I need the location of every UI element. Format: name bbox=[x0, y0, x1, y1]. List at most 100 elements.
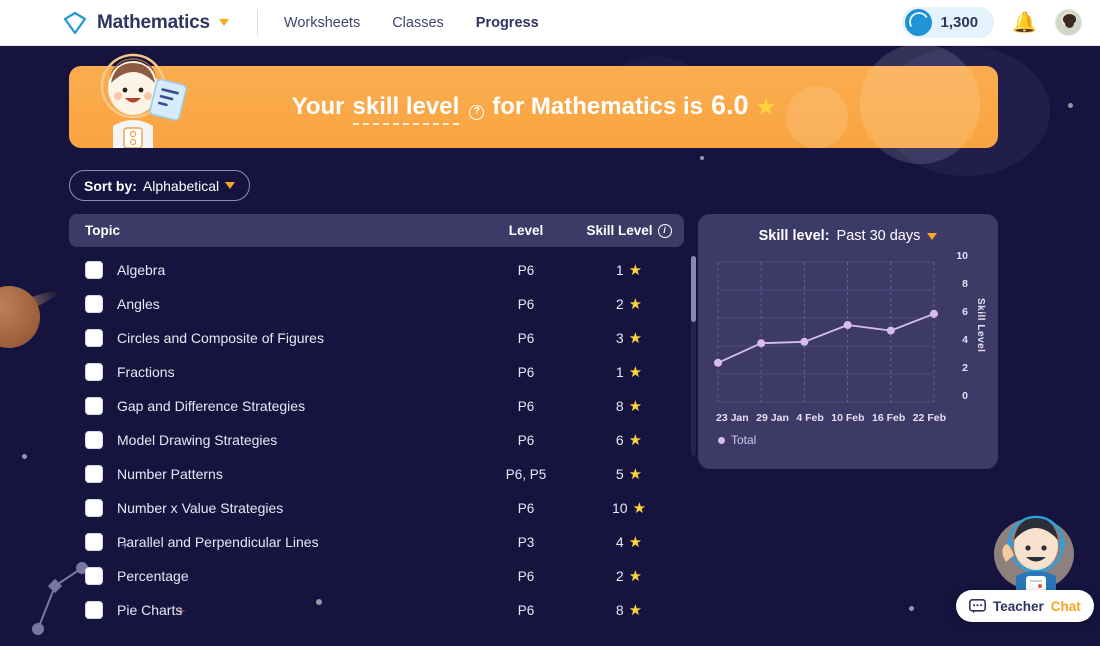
topbar-right-group: 1,300 🔔 bbox=[901, 7, 1082, 38]
row-skill-value: 3 bbox=[615, 330, 624, 346]
chart-y-tick-label: 10 bbox=[956, 250, 968, 262]
star-icon: ★ bbox=[628, 602, 643, 619]
star-icon: ★ bbox=[628, 398, 643, 415]
row-topic: Algebra bbox=[117, 262, 166, 278]
chart-y-tick-label: 6 bbox=[962, 306, 968, 318]
chart-data-point[interactable] bbox=[800, 337, 809, 346]
chat-bubble-icon bbox=[969, 599, 986, 613]
chart-title-label: Skill level: bbox=[758, 228, 830, 244]
row-skill-level: 3 ★ bbox=[574, 329, 684, 347]
row-skill-level: 2 ★ bbox=[574, 295, 684, 313]
row-checkbox[interactable] bbox=[85, 567, 103, 585]
chart-data-point[interactable] bbox=[714, 358, 722, 367]
sort-by-label: Sort by: bbox=[84, 177, 137, 194]
star-icon: ★ bbox=[756, 95, 776, 119]
info-icon[interactable]: i bbox=[657, 223, 672, 238]
row-skill-level: 1 ★ bbox=[574, 261, 684, 279]
chart-data-point[interactable] bbox=[757, 339, 766, 348]
sort-by-dropdown[interactable]: Sort by: Alphabetical bbox=[69, 170, 251, 201]
table-row[interactable]: Number Patterns P6, P5 5 ★ bbox=[69, 457, 684, 491]
brand-name: Mathematics bbox=[97, 11, 210, 33]
chart-data-point[interactable] bbox=[930, 309, 938, 318]
chart-y-tick-label: 8 bbox=[962, 278, 968, 290]
column-header-level: Level bbox=[508, 223, 544, 238]
table-row[interactable]: Number x Value Strategies P6 10 ★ bbox=[69, 491, 684, 525]
row-topic: Model Drawing Strategies bbox=[117, 432, 278, 448]
chart-y-tick-label: 4 bbox=[962, 334, 968, 346]
row-checkbox[interactable] bbox=[85, 329, 103, 347]
star-icon: ★ bbox=[628, 568, 643, 585]
row-skill-value: 5 bbox=[615, 466, 624, 482]
astronaut-waving-icon bbox=[994, 515, 1074, 598]
column-header-skill-level: Skill Level i bbox=[574, 223, 684, 238]
banner-circle-decoration bbox=[786, 86, 848, 148]
table-scrollbar-thumb[interactable] bbox=[691, 256, 696, 322]
row-checkbox[interactable] bbox=[85, 465, 103, 483]
table-row[interactable]: Gap and Difference Strategies P6 8 ★ bbox=[69, 389, 684, 423]
coin-balance-pill[interactable]: 1,300 bbox=[901, 7, 995, 38]
star-icon: ★ bbox=[628, 262, 643, 279]
topics-table: Topic Level Skill Level i Algebra P6 1 ★ Ang… bbox=[69, 214, 696, 627]
nav-link-worksheets[interactable]: Worksheets bbox=[284, 15, 360, 31]
table-row[interactable]: Percentage P6 2 ★ bbox=[69, 559, 684, 593]
chart-range-value[interactable]: Past 30 days bbox=[837, 228, 921, 244]
chevron-down-icon[interactable] bbox=[218, 19, 229, 26]
nav-divider bbox=[256, 9, 258, 36]
row-skill-level: 8 ★ bbox=[574, 601, 684, 619]
row-checkbox[interactable] bbox=[85, 363, 103, 381]
row-checkbox[interactable] bbox=[85, 295, 103, 313]
table-row[interactable]: Parallel and Perpendicular Lines P3 4 ★ bbox=[69, 525, 684, 559]
chart-x-axis-ticks: 23 Jan 29 Jan 4 Feb 10 Feb 16 Feb 22 Feb bbox=[716, 412, 946, 424]
chart-data-point[interactable] bbox=[886, 326, 895, 335]
row-skill-level: 1 ★ bbox=[574, 363, 684, 381]
question-mark-icon[interactable]: ? bbox=[469, 104, 485, 120]
chart-y-tick-label: 0 bbox=[962, 390, 968, 402]
chart-y-axis-label: Skill Level bbox=[975, 298, 986, 353]
chart-x-tick-label: 16 Feb bbox=[871, 412, 906, 424]
row-level: P6 bbox=[517, 364, 535, 380]
row-checkbox[interactable] bbox=[85, 397, 103, 415]
banner-headline: Your skill level? for Mathematics is 6.0… bbox=[291, 89, 776, 125]
row-skill-value: 8 bbox=[615, 602, 624, 618]
row-skill-level: 8 ★ bbox=[574, 397, 684, 415]
brand-subject-selector[interactable]: Mathematics bbox=[62, 10, 229, 36]
row-checkbox[interactable] bbox=[85, 431, 103, 449]
avatar[interactable] bbox=[1055, 9, 1082, 36]
star-icon: ★ bbox=[628, 364, 643, 381]
row-level: P6 bbox=[517, 568, 535, 584]
main-content: Topic Level Skill Level i Algebra P6 1 ★ Ang… bbox=[0, 214, 1100, 627]
row-checkbox[interactable] bbox=[85, 261, 103, 279]
chart-x-tick-label: 10 Feb bbox=[831, 412, 865, 424]
sort-by-value: Alphabetical bbox=[142, 177, 220, 194]
nav-link-progress[interactable]: Progress bbox=[476, 15, 539, 31]
teacher-chat-button[interactable]: Teacher Chat bbox=[956, 590, 1094, 622]
row-level: P3 bbox=[517, 534, 535, 550]
nav-link-classes[interactable]: Classes bbox=[392, 15, 444, 31]
chevron-down-icon[interactable] bbox=[927, 232, 938, 240]
row-checkbox[interactable] bbox=[85, 499, 103, 517]
row-checkbox[interactable] bbox=[85, 533, 103, 551]
table-row[interactable]: Model Drawing Strategies P6 6 ★ bbox=[69, 423, 684, 457]
table-row[interactable]: Fractions P6 1 ★ bbox=[69, 355, 684, 389]
teacher-chat-widget[interactable]: Teacher Chat bbox=[956, 506, 1094, 632]
table-row[interactable]: Angles P6 2 ★ bbox=[69, 287, 684, 321]
row-checkbox[interactable] bbox=[85, 601, 103, 619]
row-topic: Number x Value Strategies bbox=[117, 500, 284, 516]
row-level: P6 bbox=[517, 398, 535, 414]
table-row[interactable]: Algebra P6 1 ★ bbox=[69, 253, 684, 287]
row-skill-value: 2 bbox=[615, 568, 624, 584]
teacher-chat-label-chat: Chat bbox=[1050, 598, 1081, 614]
chart-data-point[interactable] bbox=[843, 321, 852, 329]
star-icon: ★ bbox=[628, 534, 643, 551]
star-icon: ★ bbox=[628, 296, 643, 313]
skill-level-link[interactable]: skill level bbox=[352, 93, 460, 125]
table-row[interactable]: Pie Charts P6 8 ★ bbox=[69, 593, 684, 627]
skill-level-value: 6.0 bbox=[711, 89, 749, 120]
table-row[interactable]: Circles and Composite of Figures P6 3 ★ bbox=[69, 321, 684, 355]
banner-prefix: Your bbox=[291, 92, 345, 120]
banner-circle-decoration bbox=[860, 44, 980, 164]
row-level: P6 bbox=[517, 432, 535, 448]
row-skill-level: 10 ★ bbox=[574, 499, 684, 517]
bell-icon[interactable]: 🔔 bbox=[1012, 13, 1037, 33]
chart-plot-area: 0 2 4 6 8 10 Skill Level bbox=[710, 250, 986, 408]
